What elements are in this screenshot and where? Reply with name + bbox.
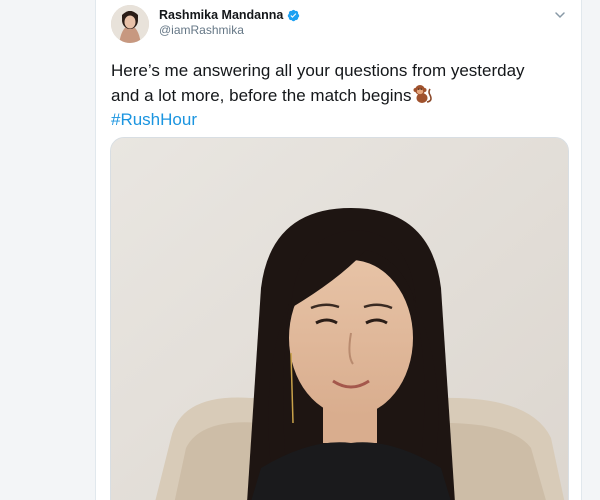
tweet-text-line-1: Here’s me answering all your questions f… bbox=[111, 61, 525, 80]
tweet-card[interactable]: Rashmika Mandanna @iamRashmika Here’s me… bbox=[95, 0, 582, 500]
author-avatar[interactable] bbox=[111, 5, 149, 43]
tweet-text: Here’s me answering all your questions f… bbox=[111, 59, 571, 132]
author-name[interactable]: Rashmika Mandanna bbox=[159, 8, 283, 23]
chevron-down-icon[interactable] bbox=[553, 8, 567, 22]
verified-badge-icon bbox=[287, 9, 300, 22]
author-block: Rashmika Mandanna @iamRashmika bbox=[159, 8, 300, 38]
tweet-video-media[interactable] bbox=[110, 137, 569, 500]
author-handle[interactable]: @iamRashmika bbox=[159, 23, 300, 38]
tweet-hashtag-wrap: #RushHour bbox=[111, 108, 571, 132]
hashtag-link[interactable]: #RushHour bbox=[111, 110, 197, 129]
video-thumbnail bbox=[111, 138, 568, 500]
tweet-text-line-2: and a lot more, before the match begins bbox=[111, 86, 412, 105]
monkey-emoji-icon bbox=[413, 83, 433, 105]
tweet-text-line-2-wrap: and a lot more, before the match begins bbox=[111, 83, 571, 108]
avatar-image bbox=[111, 5, 149, 43]
